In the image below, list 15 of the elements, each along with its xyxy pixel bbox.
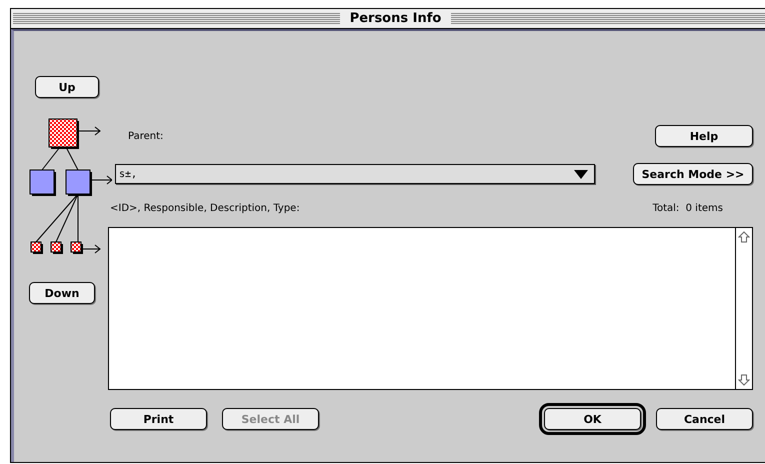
scroll-bar[interactable] bbox=[735, 228, 752, 389]
window-title: Persons Info bbox=[348, 11, 442, 26]
dropdown-arrow-icon bbox=[574, 170, 588, 178]
print-button[interactable]: Print bbox=[110, 408, 207, 430]
total-count: Total: 0 items bbox=[652, 203, 723, 214]
search-mode-button[interactable]: Search Mode >> bbox=[633, 163, 753, 185]
parent-dropdown[interactable]: s±, bbox=[115, 164, 595, 184]
scroll-up-icon[interactable] bbox=[737, 230, 751, 244]
up-button[interactable]: Up bbox=[35, 76, 99, 98]
scroll-down-icon[interactable] bbox=[737, 373, 751, 387]
down-button[interactable]: Down bbox=[29, 282, 95, 304]
cancel-button[interactable]: Cancel bbox=[656, 408, 753, 430]
help-button[interactable]: Help bbox=[655, 125, 753, 147]
list-header: <ID>, Responsible, Description, Type: bbox=[110, 203, 300, 214]
parent-label: Parent: bbox=[128, 130, 164, 142]
